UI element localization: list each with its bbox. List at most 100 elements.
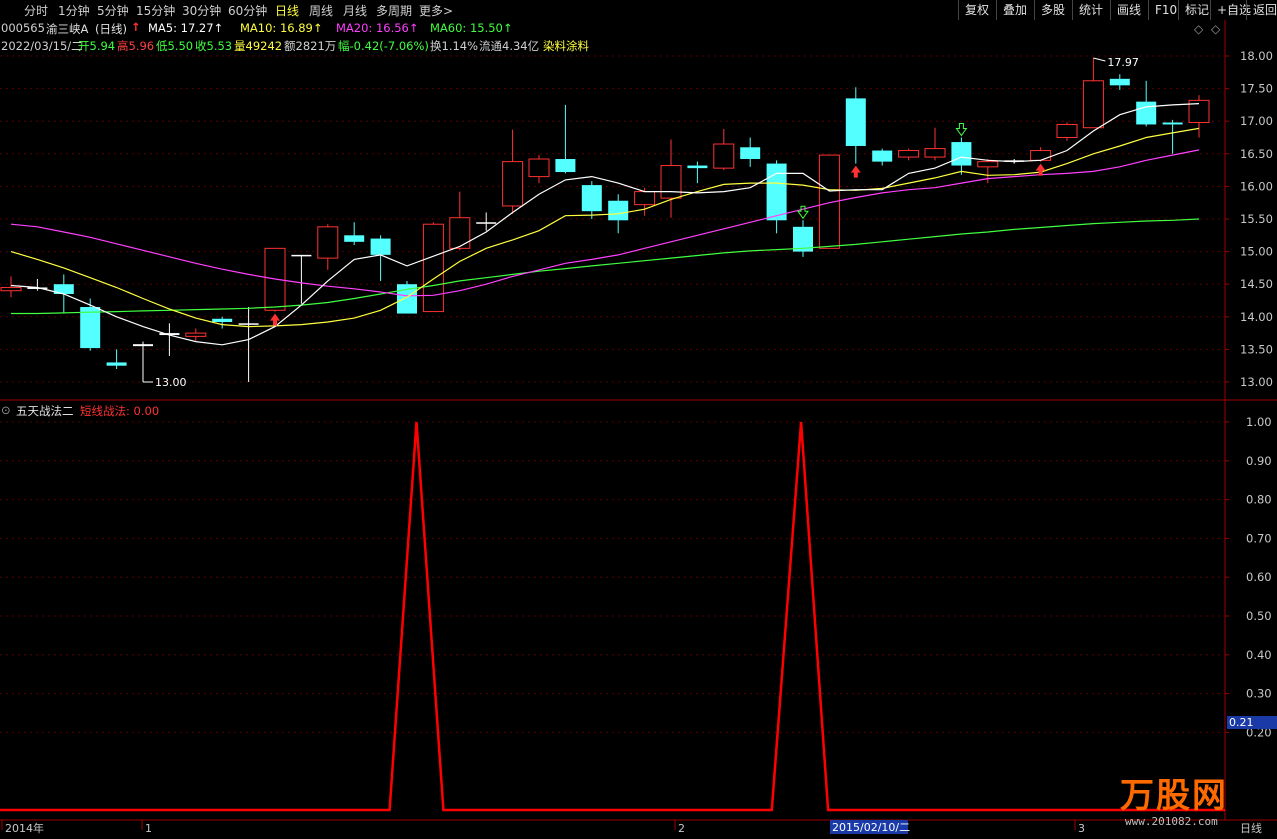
high-annotation-label: 17.97 bbox=[1107, 56, 1139, 69]
candle-body bbox=[1082, 80, 1104, 129]
candle bbox=[106, 349, 127, 369]
candle bbox=[238, 307, 259, 382]
candle bbox=[317, 224, 339, 270]
watermark-url: www.201082.com bbox=[1125, 815, 1218, 828]
candle bbox=[291, 254, 312, 304]
y-tick-label: 1.00 bbox=[1246, 415, 1272, 429]
candle-body bbox=[1136, 101, 1157, 125]
x-tick-label: 3 bbox=[1078, 822, 1085, 835]
candle-body bbox=[713, 143, 735, 169]
y-tick-label: 0.60 bbox=[1246, 570, 1272, 584]
y-tick-label: 17.50 bbox=[1240, 82, 1273, 96]
candle bbox=[555, 104, 576, 174]
sell-signal-icon bbox=[955, 123, 968, 137]
axis-period-label: 日线 bbox=[1240, 821, 1262, 835]
high-annotation-line bbox=[1093, 57, 1106, 62]
candle-body bbox=[291, 254, 312, 257]
candle-body bbox=[951, 142, 972, 166]
candle bbox=[1109, 74, 1130, 90]
candle-body bbox=[555, 159, 576, 173]
candle-body bbox=[317, 226, 339, 259]
candle-body bbox=[422, 223, 444, 313]
buy-signal-icon bbox=[850, 165, 861, 178]
candle-body bbox=[740, 147, 761, 160]
candle bbox=[528, 155, 550, 184]
candle-body bbox=[212, 318, 233, 323]
candle bbox=[951, 137, 972, 175]
y-tick-label: 14.50 bbox=[1240, 277, 1273, 291]
buy-signal-icon bbox=[1035, 163, 1046, 176]
candle-body bbox=[133, 344, 153, 347]
candle bbox=[1030, 147, 1052, 162]
candle-body bbox=[608, 200, 629, 221]
candle-body bbox=[766, 163, 787, 221]
y-tick-label: 0.30 bbox=[1246, 687, 1272, 701]
candle-body bbox=[0, 286, 22, 292]
ma20-line bbox=[10, 149, 1200, 297]
candle bbox=[80, 298, 101, 351]
candle-body bbox=[687, 165, 708, 169]
x-tick-label: 2014年 bbox=[5, 821, 44, 835]
candle-body bbox=[238, 323, 259, 325]
candle bbox=[1188, 95, 1210, 138]
y-tick-label: 0.80 bbox=[1246, 493, 1272, 507]
candle-body bbox=[634, 191, 656, 206]
candle bbox=[898, 148, 920, 161]
candle bbox=[924, 127, 946, 161]
candle-body bbox=[977, 161, 999, 168]
candle-body bbox=[106, 362, 127, 366]
candle-body bbox=[1162, 122, 1183, 125]
candle bbox=[133, 341, 153, 382]
candle-body bbox=[502, 161, 524, 207]
y-tick-label: 15.50 bbox=[1240, 212, 1273, 226]
y-tick-label: 16.50 bbox=[1240, 147, 1273, 161]
candle bbox=[740, 137, 761, 167]
candle bbox=[872, 148, 893, 166]
candle bbox=[1136, 80, 1157, 127]
candle-body bbox=[185, 332, 207, 337]
y-tick-label: 0.90 bbox=[1246, 454, 1272, 468]
ma5-line bbox=[10, 103, 1200, 346]
y-tick-label: 14.00 bbox=[1240, 310, 1273, 324]
candle-body bbox=[344, 235, 365, 242]
value-tag: 0.21 bbox=[1229, 716, 1254, 729]
y-tick-label: 18.00 bbox=[1240, 49, 1273, 63]
candle bbox=[0, 276, 22, 298]
y-tick-label: 17.00 bbox=[1240, 114, 1273, 128]
candle bbox=[581, 181, 602, 219]
candle bbox=[1162, 119, 1183, 154]
y-tick-label: 0.70 bbox=[1246, 531, 1272, 545]
candle-body bbox=[660, 165, 682, 199]
candle-body bbox=[1109, 78, 1130, 86]
watermark-brand: 万股网 bbox=[1120, 776, 1228, 816]
candle bbox=[502, 129, 524, 214]
candlestick-chart[interactable]: 13.00 13.50 14.00 14.50 15.00 15.50 16.00 16.50… bbox=[0, 0, 1277, 839]
candle-body bbox=[1056, 123, 1078, 138]
y-tick-label: 16.00 bbox=[1240, 179, 1273, 193]
candle bbox=[687, 161, 708, 184]
candle-body bbox=[80, 307, 101, 349]
y-tick-label: 0.50 bbox=[1246, 609, 1272, 623]
candle bbox=[660, 139, 682, 218]
cursor-date-label: 2015/02/10/二 bbox=[832, 821, 910, 834]
candle-body bbox=[872, 150, 893, 162]
y-tick-label: 0.40 bbox=[1246, 648, 1272, 662]
candle bbox=[476, 212, 497, 231]
candle-body bbox=[845, 98, 866, 146]
low-annotation-label: 13.00 bbox=[155, 376, 187, 389]
y-tick-label: 15.00 bbox=[1240, 245, 1273, 259]
candle-body bbox=[924, 148, 946, 158]
candle-body bbox=[528, 158, 550, 178]
candle bbox=[766, 160, 787, 234]
ma10-line bbox=[10, 127, 1200, 328]
candle-body bbox=[1030, 150, 1052, 161]
candle-body bbox=[898, 150, 920, 158]
candle bbox=[159, 323, 180, 356]
candle bbox=[713, 129, 735, 171]
candle bbox=[422, 222, 444, 313]
y-tick-label: 13.50 bbox=[1240, 342, 1273, 356]
candle bbox=[1082, 57, 1104, 129]
x-tick-label: 2 bbox=[678, 822, 685, 835]
candle bbox=[449, 191, 471, 251]
candle bbox=[344, 222, 365, 246]
